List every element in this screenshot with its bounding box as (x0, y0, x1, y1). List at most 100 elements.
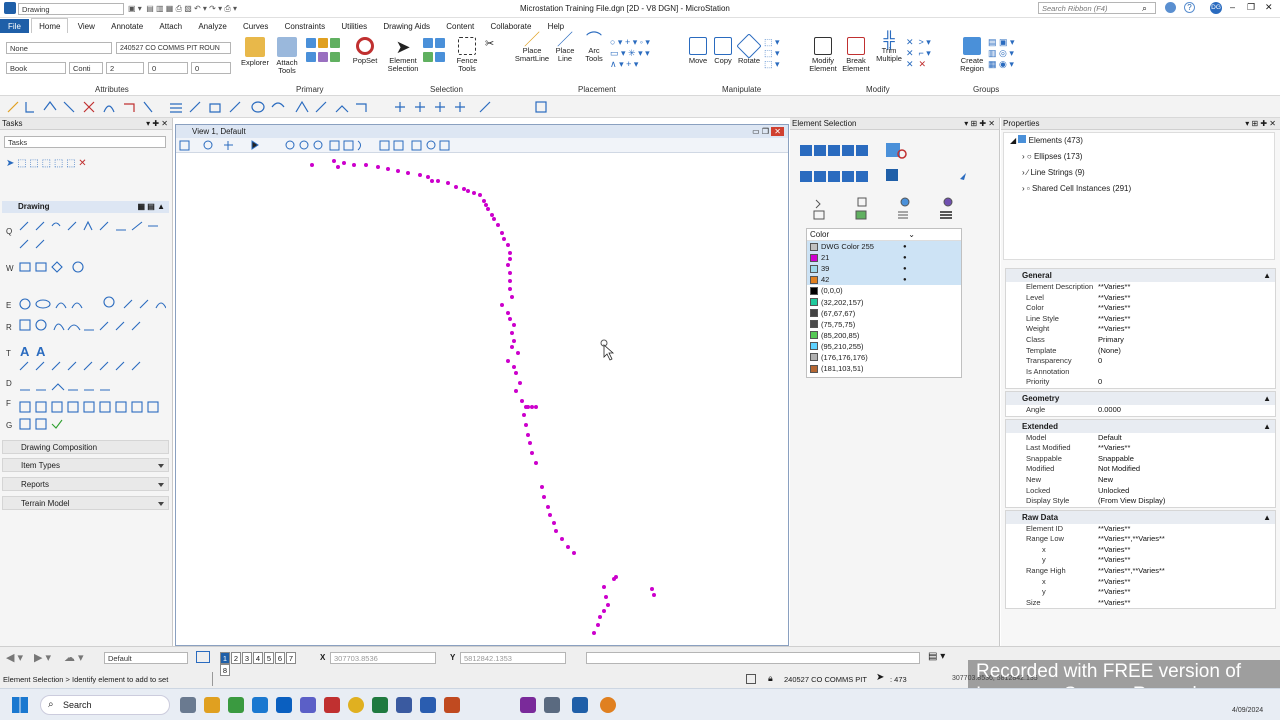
tab-utilities[interactable]: Utilities (334, 19, 374, 34)
selected-element-point[interactable] (614, 575, 618, 579)
item-types-group[interactable]: Item Types (2, 458, 169, 472)
property-row[interactable]: y **Varies** (1006, 555, 1275, 566)
move-button[interactable]: Move (686, 37, 710, 65)
notification-icon[interactable] (1165, 2, 1176, 13)
selected-element-point[interactable] (524, 423, 528, 427)
drawing-tools-grid[interactable]: Q W E R T D F G A A (6, 216, 167, 430)
arc-tools-button[interactable]: ⌒ Arc Tools (580, 33, 608, 63)
word-icon[interactable] (420, 697, 436, 713)
selected-element-point[interactable] (514, 371, 518, 375)
selected-element-point[interactable] (508, 279, 512, 283)
selection-tools-row[interactable]: ➤ ⬚ ⬚ ⬚ ⬚ ⬚ ✕ (6, 158, 156, 178)
selected-element-point[interactable] (364, 163, 368, 167)
selected-element-point[interactable] (516, 351, 520, 355)
selected-element-point[interactable] (522, 413, 526, 417)
color-list-item[interactable]: 39 ● (807, 263, 961, 275)
trim-multiple-button[interactable]: ╬ Trim Multiple (872, 33, 906, 63)
selected-element-point[interactable] (512, 339, 516, 343)
raw-data-section-header[interactable]: Raw Data ▲ (1006, 510, 1275, 524)
property-row[interactable]: Angle 0.0000 (1006, 405, 1275, 416)
selected-element-point[interactable] (332, 159, 336, 163)
selected-element-point[interactable] (552, 521, 556, 525)
maximize-button[interactable]: ❐ (1247, 2, 1255, 13)
color-list-item[interactable]: 21 ● (807, 252, 961, 264)
chrome-icon[interactable] (348, 697, 364, 713)
view-restore-button[interactable]: ❐ (762, 127, 769, 136)
view-toggle-7[interactable]: 7 (286, 652, 296, 664)
geometry-section-header[interactable]: Geometry ▲ (1006, 391, 1275, 405)
selected-element-point[interactable] (406, 171, 410, 175)
help-icon[interactable]: ? (1184, 2, 1195, 13)
tab-view[interactable]: View (71, 19, 102, 34)
selected-element-point[interactable] (652, 593, 656, 597)
selected-element-point[interactable] (352, 163, 356, 167)
tab-drawing-aids[interactable]: Drawing Aids (376, 19, 437, 34)
drawing-composition-group[interactable]: Drawing Composition (2, 440, 169, 454)
view-toggle-4[interactable]: 4 (253, 652, 263, 664)
selected-element-point[interactable] (512, 365, 516, 369)
tree-root[interactable]: ◢ Elements (473) (1004, 133, 1274, 149)
drawing-section-header[interactable]: Drawing ▦ ▤ ▲ (2, 201, 169, 213)
selected-element-point[interactable] (430, 179, 434, 183)
tab-file[interactable]: File (0, 19, 29, 34)
drawing-toolbar[interactable] (0, 96, 1280, 118)
selected-element-point[interactable] (454, 185, 458, 189)
widgets-icon[interactable] (204, 697, 220, 713)
modify-element-button[interactable]: Modify Element (806, 37, 840, 73)
selected-element-point[interactable] (560, 537, 564, 541)
element-selection-button[interactable]: ➤ Element Selection (386, 37, 420, 73)
onenote-icon[interactable] (520, 697, 536, 713)
selected-element-point[interactable] (506, 311, 510, 315)
file-explorer-icon[interactable] (228, 697, 244, 713)
property-row[interactable]: Class Primary (1006, 335, 1275, 346)
selected-element-point[interactable] (386, 167, 390, 171)
explorer-button[interactable]: Explorer (240, 37, 270, 67)
selected-element-point[interactable] (496, 223, 500, 227)
selected-element-point[interactable] (602, 609, 606, 613)
selected-element-point[interactable] (534, 405, 538, 409)
selected-element-point[interactable] (546, 505, 550, 509)
tab-analyze[interactable]: Analyze (191, 19, 233, 34)
close-button[interactable]: ✕ (1265, 2, 1273, 13)
color-list-item[interactable]: 42 ● (807, 274, 961, 286)
selected-element-point[interactable] (396, 169, 400, 173)
selected-element-point[interactable] (526, 405, 530, 409)
property-row[interactable]: Priority 0 (1006, 377, 1275, 388)
view-toggle-6[interactable]: 6 (275, 652, 285, 664)
selected-element-point[interactable] (478, 193, 482, 197)
primary-small-tools[interactable] (305, 37, 345, 77)
selected-element-point[interactable] (508, 271, 512, 275)
selected-element-point[interactable] (500, 303, 504, 307)
selected-element-point[interactable] (650, 587, 654, 591)
property-row[interactable]: Color **Varies** (1006, 303, 1275, 314)
microstation-icon[interactable] (572, 697, 588, 713)
manipulate-small-tools[interactable]: ⬚ ▾ ⬚ ▾ ⬚ ▾ (764, 37, 800, 77)
workflow-dropdown[interactable]: Drawing (18, 3, 124, 15)
teams-icon[interactable] (300, 697, 316, 713)
selected-element-point[interactable] (528, 441, 532, 445)
popset-button[interactable]: PopSet (350, 37, 380, 65)
property-row[interactable]: Transparency 0 (1006, 356, 1275, 367)
view-toggle-8[interactable]: 8 (220, 664, 230, 676)
tab-home[interactable]: Home (31, 18, 69, 33)
property-row[interactable]: Element ID **Varies** (1006, 524, 1275, 535)
tab-attach[interactable]: Attach (152, 19, 189, 34)
back-icon[interactable]: ◀ ▾ (6, 651, 23, 664)
property-row[interactable]: x **Varies** (1006, 545, 1275, 556)
selected-element-point[interactable] (508, 251, 512, 255)
selected-element-point[interactable] (530, 451, 534, 455)
y-coordinate-field[interactable]: 5812842.1353 (460, 652, 566, 664)
key-in-field[interactable] (586, 652, 920, 664)
outlook-icon[interactable] (276, 697, 292, 713)
property-row[interactable]: Element Description **Varies** (1006, 282, 1275, 293)
view-toolbar[interactable] (176, 138, 788, 153)
view-group-dropdown[interactable]: Default (104, 652, 188, 664)
selected-element-point[interactable] (602, 585, 606, 589)
property-row[interactable]: Range High **Varies**,**Varies** (1006, 566, 1275, 577)
general-section-header[interactable]: General ▲ (1006, 269, 1275, 282)
color-list-item[interactable]: (75,75,75) (807, 319, 961, 330)
property-row[interactable]: Snappable Snappable (1006, 454, 1275, 465)
selected-element-point[interactable] (506, 243, 510, 247)
weight-dropdown[interactable]: 2 (106, 62, 144, 74)
element-template-dropdown[interactable]: 240527 CO COMMS PIT ROUN (116, 42, 231, 54)
